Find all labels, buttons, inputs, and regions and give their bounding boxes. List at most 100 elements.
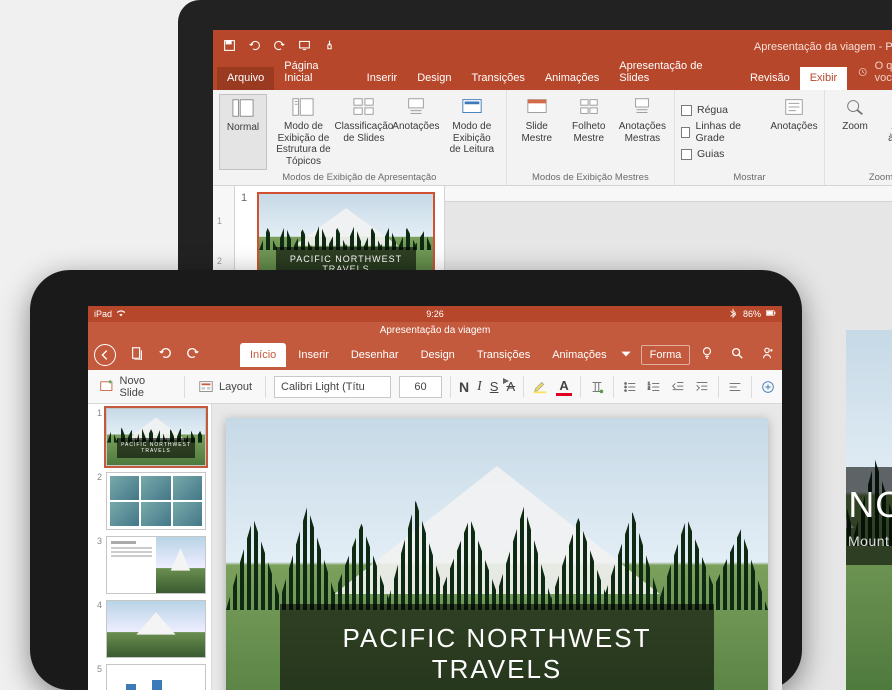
tablet-ribbon-tabs: Início Inserir Desenhar Design Transiçõe…: [240, 343, 690, 367]
tablet-thumbnail-panel: 1PACIFIC NORTHWEST TRAVELS 2 3 4 5 6 7: [88, 404, 212, 690]
slide-thumb-5[interactable]: 5: [92, 664, 207, 690]
view-sorter-button[interactable]: Classificação de Slides: [340, 94, 388, 170]
bullets-button[interactable]: [622, 379, 638, 395]
tab-draw[interactable]: Desenhar: [341, 343, 409, 367]
touch-mode-icon[interactable]: [323, 39, 336, 55]
file-menu-icon[interactable]: [130, 346, 144, 365]
notes-pane-button[interactable]: Anotações: [770, 94, 818, 170]
share-icon[interactable]: [760, 346, 774, 365]
more-paragraph-button[interactable]: [760, 379, 776, 395]
svg-text:2: 2: [648, 385, 651, 390]
view-notes-button[interactable]: Anotações: [392, 94, 440, 170]
reading-view-icon: [458, 96, 486, 118]
tab-transitions[interactable]: Transições: [467, 343, 540, 367]
increase-indent-button[interactable]: [694, 379, 710, 395]
layout-button[interactable]: Layout: [193, 376, 257, 398]
ribbon-group-show: Régua Linhas de Grade Guias Anotações Mo…: [675, 90, 825, 185]
clock: 9:26: [88, 309, 782, 319]
undo-icon[interactable]: [248, 39, 261, 55]
decrease-indent-button[interactable]: [670, 379, 686, 395]
tablet-slide-canvas[interactable]: PACIFIC NORTHWEST TRAVELS Mount Rainier,…: [212, 404, 782, 690]
tab-home[interactable]: Página Inicial: [274, 55, 356, 90]
more-font-button[interactable]: [589, 379, 605, 395]
tablet-body: 1PACIFIC NORTHWEST TRAVELS 2 3 4 5 6 7 P…: [88, 404, 782, 690]
tab-animations[interactable]: Animações: [535, 67, 609, 90]
font-size-field[interactable]: 60: [399, 376, 442, 398]
tab-design[interactable]: Design: [411, 343, 465, 367]
slide-sorter-icon: [350, 96, 378, 118]
gridlines-checkbox[interactable]: Linhas de Grade: [681, 122, 760, 142]
tab-insert[interactable]: Inserir: [357, 67, 408, 90]
handout-master-icon: [575, 96, 603, 118]
slide-thumb-1[interactable]: 1PACIFIC NORTHWEST TRAVELS: [92, 408, 207, 466]
view-normal-button[interactable]: Normal: [219, 94, 267, 170]
tablet-screen: iPad 9:26 86% Apresentação da viagem Iní…: [88, 306, 782, 690]
guides-checkbox[interactable]: Guias: [681, 144, 760, 164]
slide-thumb-3[interactable]: 3: [92, 536, 207, 594]
strike-button[interactable]: A: [506, 379, 515, 394]
align-button[interactable]: [727, 379, 743, 395]
window-title: Apresentação da viagem - PowerPo: [754, 41, 892, 53]
notes-page-icon: [402, 96, 430, 118]
slide-master-icon: [523, 96, 551, 118]
highlight-button[interactable]: [532, 379, 548, 395]
start-from-beginning-icon[interactable]: [298, 39, 311, 55]
notes-master-button[interactable]: Anotações Mestras: [617, 94, 668, 170]
italic-button[interactable]: I: [477, 379, 482, 395]
numbering-button[interactable]: 12: [646, 379, 662, 395]
slide-title[interactable]: PACIFIC NORTHWEST TRAVELS: [291, 623, 703, 685]
slide-thumb-2[interactable]: 2: [92, 472, 207, 530]
handout-master-button[interactable]: Folheto Mestre: [565, 94, 613, 170]
tab-view[interactable]: Exibir: [800, 67, 848, 90]
more-tabs-icon[interactable]: [619, 347, 633, 364]
view-outline-button[interactable]: Modo de Exibição de Estrutura de Tópicos: [271, 94, 336, 170]
desktop-ribbon-tabs: Arquivo Página Inicial Inserir Design Tr…: [213, 64, 892, 90]
group-label-views: Modos de Exibição de Apresentação: [219, 170, 500, 183]
normal-view-icon: [229, 97, 257, 119]
tablet-format-bar: Novo Slide Layout Calibri Light (Títu 60…: [88, 370, 782, 404]
tablet-device-frame: iPad 9:26 86% Apresentação da viagem Iní…: [30, 270, 802, 690]
underline-button[interactable]: S: [490, 379, 499, 394]
back-button[interactable]: [94, 344, 116, 366]
tab-file[interactable]: Arquivo: [217, 67, 274, 90]
font-color-button[interactable]: A: [556, 378, 572, 396]
new-slide-button[interactable]: Novo Slide: [94, 372, 176, 402]
notes-master-icon: [628, 96, 656, 118]
tablet-current-slide[interactable]: PACIFIC NORTHWEST TRAVELS Mount Rainier,…: [226, 418, 768, 690]
zoom-icon: [841, 96, 869, 118]
undo-icon[interactable]: [158, 346, 172, 365]
search-icon[interactable]: [730, 346, 744, 365]
tell-me-label: O que você: [875, 60, 892, 84]
lightbulb-icon[interactable]: [700, 346, 714, 365]
redo-icon[interactable]: [186, 346, 200, 365]
save-icon[interactable]: [223, 39, 236, 55]
tab-animations[interactable]: Animações: [542, 343, 616, 367]
tab-review[interactable]: Revisão: [740, 67, 800, 90]
desktop-ribbon: Normal Modo de Exibição de Estrutura de …: [213, 90, 892, 186]
bold-button[interactable]: N: [459, 379, 469, 395]
ribbon-group-presentation-views: Normal Modo de Exibição de Estrutura de …: [213, 90, 507, 185]
horizontal-ruler: [445, 186, 892, 202]
tab-slideshow[interactable]: Apresentação de Slides: [609, 55, 740, 90]
tab-transitions[interactable]: Transições: [461, 67, 534, 90]
tablet-doc-title: Apresentação da viagem: [88, 322, 782, 340]
group-label-zoom: Zoom: [831, 170, 892, 183]
ios-status-bar: iPad 9:26 86%: [88, 306, 782, 322]
fit-window-button[interactable]: Ajustar à Janela: [883, 94, 892, 170]
ribbon-group-master-views: Slide Mestre Folheto Mestre Anotações Me…: [507, 90, 675, 185]
slide-thumb-4[interactable]: 4: [92, 600, 207, 658]
tab-home[interactable]: Início: [240, 343, 286, 367]
font-family-select[interactable]: Calibri Light (Títu: [274, 376, 391, 398]
tell-me-search[interactable]: O que você: [847, 55, 892, 90]
tab-shape-format[interactable]: Forma: [641, 345, 691, 365]
zoom-button[interactable]: Zoom: [831, 94, 879, 170]
view-reading-button[interactable]: Modo de Exibição de Leitura: [444, 94, 500, 170]
group-label-master: Modos de Exibição Mestres: [513, 170, 668, 183]
outline-view-icon: [289, 96, 317, 118]
slide-master-button[interactable]: Slide Mestre: [513, 94, 561, 170]
ruler-checkbox[interactable]: Régua: [681, 100, 760, 120]
redo-icon[interactable]: [273, 39, 286, 55]
ribbon-group-zoom: Zoom Ajustar à Janela Zoom: [825, 90, 892, 185]
tab-insert[interactable]: Inserir: [288, 343, 339, 367]
tab-design[interactable]: Design: [407, 67, 461, 90]
